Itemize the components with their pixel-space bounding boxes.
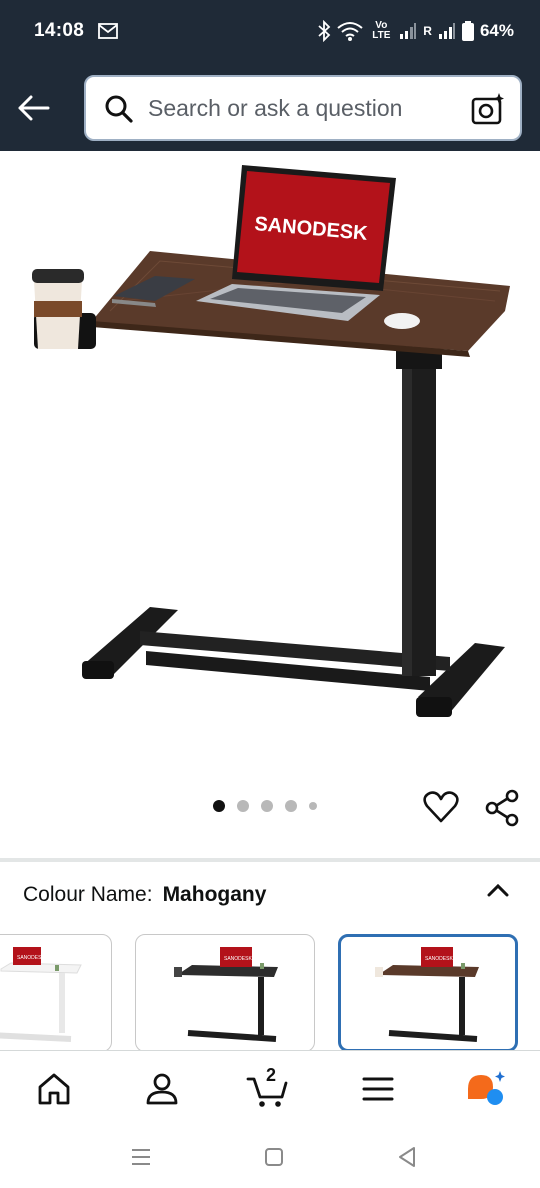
status-bar: 14:08 Vo LTE R 64% [0,0,540,64]
status-time: 14:08 [34,20,85,41]
back-arrow-icon[interactable] [14,88,54,128]
swatch-white-image: SANODESK [0,947,82,1042]
section-divider [0,858,540,862]
rufus-assistant-icon[interactable] [464,1067,508,1111]
volte-badge: Vo LTE [372,20,391,41]
search-icon [105,95,133,123]
pagination-dot[interactable] [213,800,225,812]
battery-icon [461,21,474,41]
home-nav-icon[interactable] [259,1142,289,1172]
account-icon[interactable] [140,1067,184,1111]
status-icons: Vo LTE R 64% [317,18,514,44]
variation-header: Colour Name: Mahogany [23,883,266,907]
pagination-dot[interactable] [261,800,273,812]
system-nav-bar [0,1126,540,1188]
thumb-brand-text: SANODESK [425,956,453,962]
recents-icon[interactable] [126,1142,156,1172]
desk-illustration: SANODESK [32,165,510,717]
variation-label: Colour Name: [23,883,153,906]
app-header [0,64,540,151]
back-nav-icon[interactable] [392,1142,422,1172]
pagination-dot[interactable] [237,800,249,812]
swatch-mahogany[interactable]: SANODESK [338,934,518,1052]
bottom-tab-bar [0,1050,540,1126]
swatch-white[interactable]: SANODESK [0,934,112,1052]
battery-level: 64% [479,21,514,40]
swatch-black-image: SANODESK [174,947,278,1042]
home-icon[interactable] [32,1067,76,1111]
pagination-dot[interactable] [285,800,297,812]
swatch-mahogany-image: SANODESK [375,947,479,1042]
pagination-dot[interactable] [309,802,317,810]
thumb-brand-text: SANODESK [224,956,252,962]
wifi-icon [337,22,363,41]
gmail-icon [98,23,118,39]
menu-icon[interactable] [356,1067,400,1111]
product-image[interactable]: SANODESK [0,151,540,781]
search-input[interactable] [148,89,468,127]
swatch-black[interactable]: SANODESK [135,934,315,1052]
chevron-up-icon[interactable] [484,876,512,904]
variation-value: Mahogany [162,883,267,906]
thumb-brand-text: SANODESK [17,955,45,961]
camera-search-icon[interactable] [470,91,506,127]
signal-icon [400,23,417,39]
image-pagination[interactable] [213,800,317,812]
share-icon[interactable] [483,788,521,828]
bluetooth-icon [318,20,331,42]
heart-icon[interactable] [422,788,460,826]
roaming-label: R [423,24,432,38]
cart-count-badge: 2 [266,1065,277,1085]
search-bar[interactable] [84,75,522,141]
signal-icon-2 [438,23,455,39]
